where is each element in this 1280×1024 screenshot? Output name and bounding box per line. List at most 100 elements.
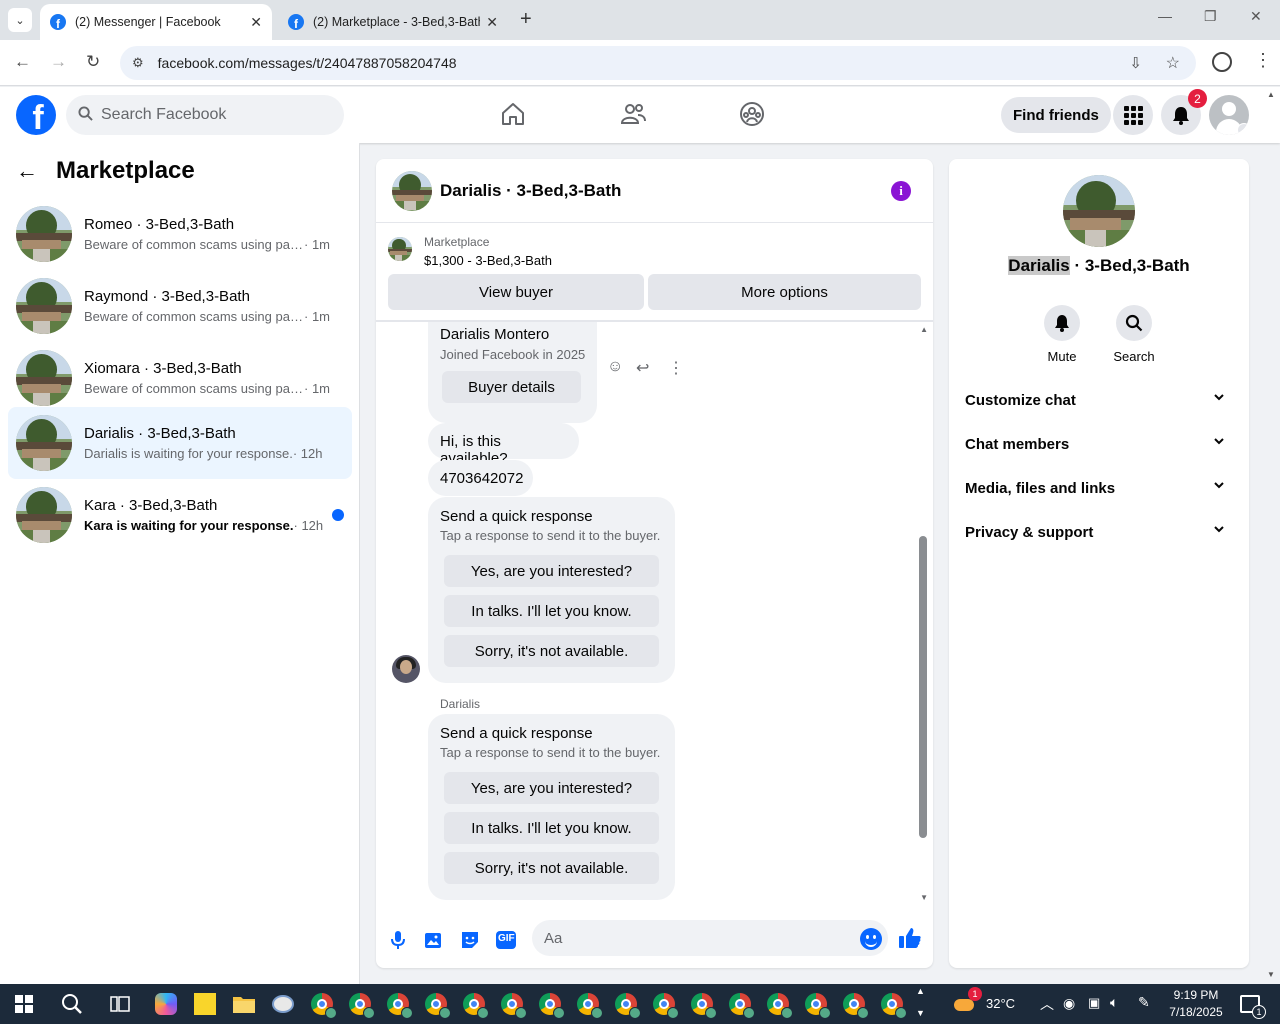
sticker-icon[interactable] — [458, 928, 482, 952]
back-arrow-icon[interactable]: ← — [14, 52, 31, 72]
file-explorer-icon[interactable] — [232, 992, 256, 1016]
customize-chat-section[interactable]: Customize chat — [957, 378, 1241, 422]
conversation-item[interactable]: Raymond · 3-Bed,3-Bath Beware of common … — [8, 270, 352, 342]
chrome-icon[interactable] — [842, 992, 869, 1019]
chrome-icon[interactable] — [652, 992, 679, 1019]
notifications-bell-icon[interactable]: 2 — [1161, 89, 1207, 135]
scroll-down-arrow-icon[interactable]: ▼ — [920, 893, 928, 902]
window-close-icon[interactable]: ✕ — [1250, 8, 1262, 25]
chrome-icon[interactable] — [576, 992, 603, 1019]
photo-icon[interactable] — [422, 928, 446, 952]
tab-marketplace[interactable]: f (2) Marketplace - 3-Bed,3-Bath ✕ — [278, 4, 508, 40]
weather-temp[interactable]: 32°C — [986, 996, 1015, 1011]
contact-avatar[interactable] — [1063, 175, 1135, 247]
more-options-button[interactable]: More options — [648, 274, 921, 310]
chrome-icon[interactable] — [500, 992, 527, 1019]
quick-response-option[interactable]: Sorry, it's not available. — [444, 852, 659, 884]
chrome-icon[interactable] — [880, 992, 907, 1019]
clock-date[interactable]: 7/18/2025 — [1164, 1005, 1228, 1019]
tab-messenger[interactable]: f (2) Messenger | Facebook ✕ — [40, 4, 272, 40]
info-icon[interactable]: i — [891, 181, 911, 201]
chrome-icon[interactable] — [690, 992, 717, 1019]
page-scroll-down-arrow-icon[interactable]: ▼ — [1267, 970, 1275, 979]
record-icon[interactable]: ◉ — [1063, 995, 1075, 1012]
chrome-icon[interactable] — [348, 992, 375, 1019]
privacy-support-section[interactable]: Privacy & support — [957, 510, 1241, 554]
media-files-links-section[interactable]: Media, files and links — [957, 466, 1241, 510]
clock-time[interactable]: 9:19 PM — [1166, 988, 1226, 1002]
conversation-item[interactable]: Romeo · 3-Bed,3-Bath Beware of common sc… — [8, 198, 352, 270]
quick-response-option[interactable]: In talks. I'll let you know. — [444, 595, 659, 627]
chrome-icon[interactable] — [538, 992, 565, 1019]
facebook-search[interactable] — [66, 95, 344, 135]
groups-icon[interactable] — [739, 101, 765, 127]
message-bubble[interactable]: Hi, is this available? — [428, 423, 579, 467]
find-friends-button[interactable]: Find friends — [1001, 97, 1111, 133]
task-view-icon[interactable] — [108, 992, 132, 1016]
chrome-icon[interactable] — [766, 992, 793, 1019]
chrome-icon[interactable] — [728, 992, 755, 1019]
tab-close-icon[interactable]: ✕ — [486, 14, 498, 31]
more-actions-icon[interactable]: ⋮ — [668, 358, 684, 378]
bell-icon[interactable] — [1044, 305, 1080, 341]
page-scroll-up-arrow-icon[interactable]: ▲ — [1267, 90, 1275, 99]
chat-avatar[interactable] — [392, 170, 432, 211]
browser-profile-icon[interactable] — [1212, 52, 1232, 72]
quick-response-option[interactable]: Sorry, it's not available. — [444, 635, 659, 667]
quick-response-option[interactable]: In talks. I'll let you know. — [444, 812, 659, 844]
chrome-icon[interactable] — [386, 992, 413, 1019]
view-buyer-button[interactable]: View buyer — [388, 274, 644, 310]
facebook-search-input[interactable] — [101, 106, 321, 124]
taskbar-overflow-down-icon[interactable]: ▼ — [916, 1008, 925, 1018]
search-icon[interactable] — [1116, 305, 1152, 341]
reply-icon[interactable]: ↩ — [636, 358, 649, 378]
gif-icon[interactable]: GIF — [494, 928, 518, 952]
menu-grid-icon[interactable] — [1113, 95, 1153, 135]
chrome-icon[interactable] — [310, 992, 337, 1019]
notification-center-icon[interactable]: 1 — [1238, 992, 1266, 1019]
microphone-icon[interactable] — [386, 928, 410, 952]
tab-search-dropdown[interactable]: ⌄ — [8, 8, 32, 32]
pen-icon[interactable]: ✎ — [1138, 994, 1150, 1011]
quick-response-option[interactable]: Yes, are you interested? — [444, 555, 659, 587]
show-hidden-icons-chevron-icon[interactable]: ︿ — [1040, 994, 1054, 1014]
new-tab-icon[interactable]: + — [520, 8, 532, 31]
weather-icon[interactable]: 1 — [952, 987, 982, 1016]
conversation-item[interactable]: Xiomara · 3-Bed,3-Bath Beware of common … — [8, 342, 352, 414]
forward-arrow-icon[interactable]: → — [50, 52, 67, 72]
paint-icon[interactable] — [271, 992, 295, 1016]
scroll-up-arrow-icon[interactable]: ▲ — [920, 325, 928, 334]
chat-title[interactable]: Darialis · 3-Bed,3-Bath — [440, 181, 621, 201]
conversation-item-selected[interactable]: Darialis · 3-Bed,3-Bath Darialis is wait… — [8, 407, 352, 479]
react-smiley-icon[interactable]: ☺ — [607, 358, 623, 376]
message-list[interactable]: Darialis Montero Joined Facebook in 2025… — [376, 322, 933, 904]
conversation-item-unread[interactable]: Kara · 3-Bed,3-Bath Kara is waiting for … — [8, 479, 352, 551]
account-avatar[interactable]: ⌄ — [1209, 95, 1249, 135]
install-app-icon[interactable]: ⇩ — [1129, 54, 1142, 72]
home-icon[interactable] — [500, 101, 526, 127]
chat-members-section[interactable]: Chat members — [957, 422, 1241, 466]
mute-action[interactable]: Mute — [1032, 305, 1092, 364]
copilot-icon[interactable] — [154, 992, 178, 1016]
search-action[interactable]: Search — [1104, 305, 1164, 364]
listing-price[interactable]: $1,300 - 3-Bed,3-Bath — [424, 253, 552, 268]
taskbar-overflow-up-icon[interactable]: ▲ — [916, 986, 925, 996]
site-settings-icon[interactable]: ⚙ — [132, 55, 144, 71]
bookmark-star-icon[interactable]: ☆ — [1166, 53, 1180, 73]
device-icon[interactable]: ▣ — [1088, 995, 1100, 1011]
chat-scrollbar-thumb[interactable] — [919, 536, 927, 838]
back-arrow-icon[interactable]: ← — [16, 158, 38, 184]
chrome-icon[interactable] — [424, 992, 451, 1019]
listing-thumbnail[interactable] — [388, 237, 412, 261]
sender-avatar[interactable] — [392, 655, 420, 683]
chrome-icon[interactable] — [804, 992, 831, 1019]
message-input[interactable] — [532, 920, 888, 956]
message-bubble[interactable]: 4703642072 — [428, 460, 533, 496]
reload-icon[interactable]: ↻ — [86, 52, 100, 72]
minimize-icon[interactable]: — — [1158, 8, 1172, 24]
tab-close-icon[interactable]: ✕ — [250, 14, 262, 31]
browser-menu-icon[interactable]: ⋮ — [1254, 50, 1272, 71]
restore-icon[interactable]: ❐ — [1204, 8, 1217, 25]
url-text[interactable]: facebook.com/messages/t/2404788705820474… — [158, 55, 457, 71]
chrome-icon[interactable] — [614, 992, 641, 1019]
